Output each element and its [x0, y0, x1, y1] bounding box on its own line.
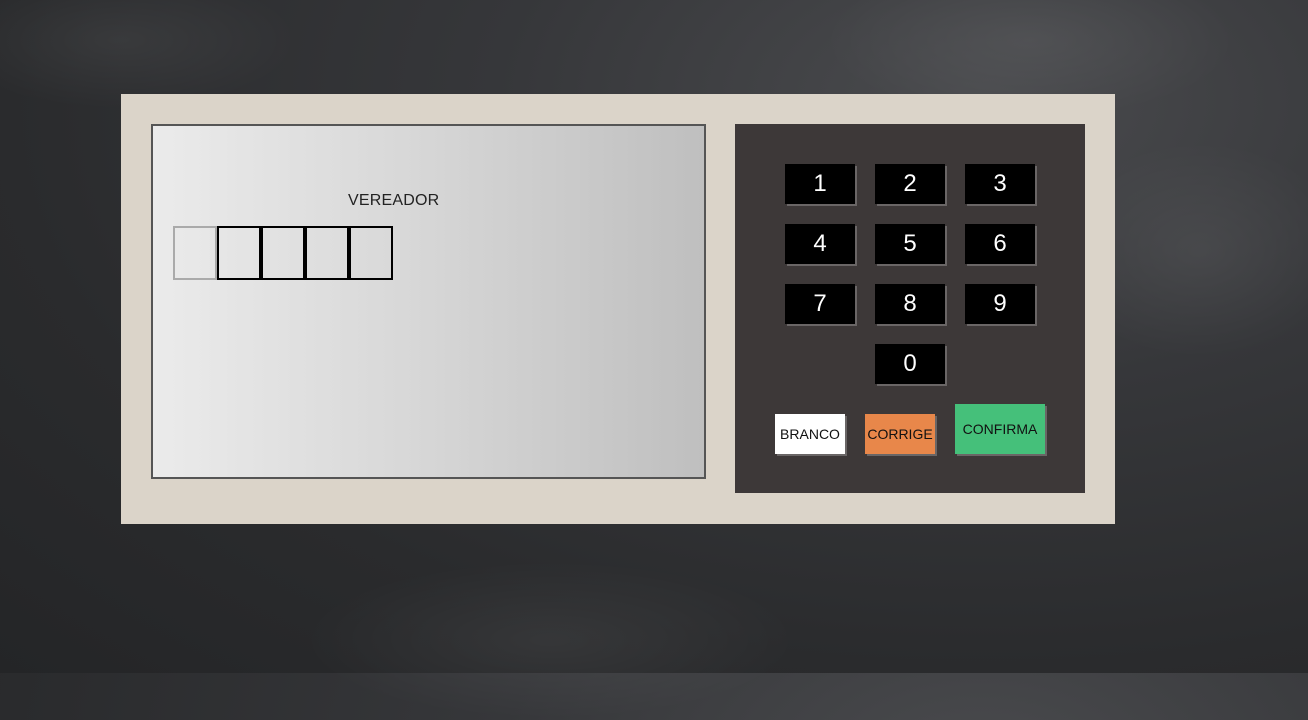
digit-box-5: [349, 226, 393, 280]
voting-screen: VEREADOR: [151, 124, 706, 479]
key-1[interactable]: 1: [785, 164, 855, 204]
key-6[interactable]: 6: [965, 224, 1035, 264]
key-8[interactable]: 8: [875, 284, 945, 324]
digit-box-2: [217, 226, 261, 280]
number-digits: [173, 226, 393, 280]
confirm-button[interactable]: CONFIRMA: [955, 404, 1045, 454]
chalk-smudge: [300, 560, 800, 720]
key-5[interactable]: 5: [875, 224, 945, 264]
digit-box-1: [173, 226, 217, 280]
key-2[interactable]: 2: [875, 164, 945, 204]
position-title: VEREADOR: [348, 192, 440, 209]
key-3[interactable]: 3: [965, 164, 1035, 204]
voting-machine: VEREADOR 1 2 3 4 5 6 7 8 9 0 BRANCO CORR…: [121, 94, 1115, 524]
key-0[interactable]: 0: [875, 344, 945, 384]
correct-button[interactable]: CORRIGE: [865, 414, 935, 454]
digit-box-3: [261, 226, 305, 280]
keypad: 1 2 3 4 5 6 7 8 9 0 BRANCO CORRIGE CONFI…: [735, 124, 1085, 493]
blank-vote-button[interactable]: BRANCO: [775, 414, 845, 454]
digit-box-4: [305, 226, 349, 280]
key-4[interactable]: 4: [785, 224, 855, 264]
key-9[interactable]: 9: [965, 284, 1035, 324]
key-7[interactable]: 7: [785, 284, 855, 324]
